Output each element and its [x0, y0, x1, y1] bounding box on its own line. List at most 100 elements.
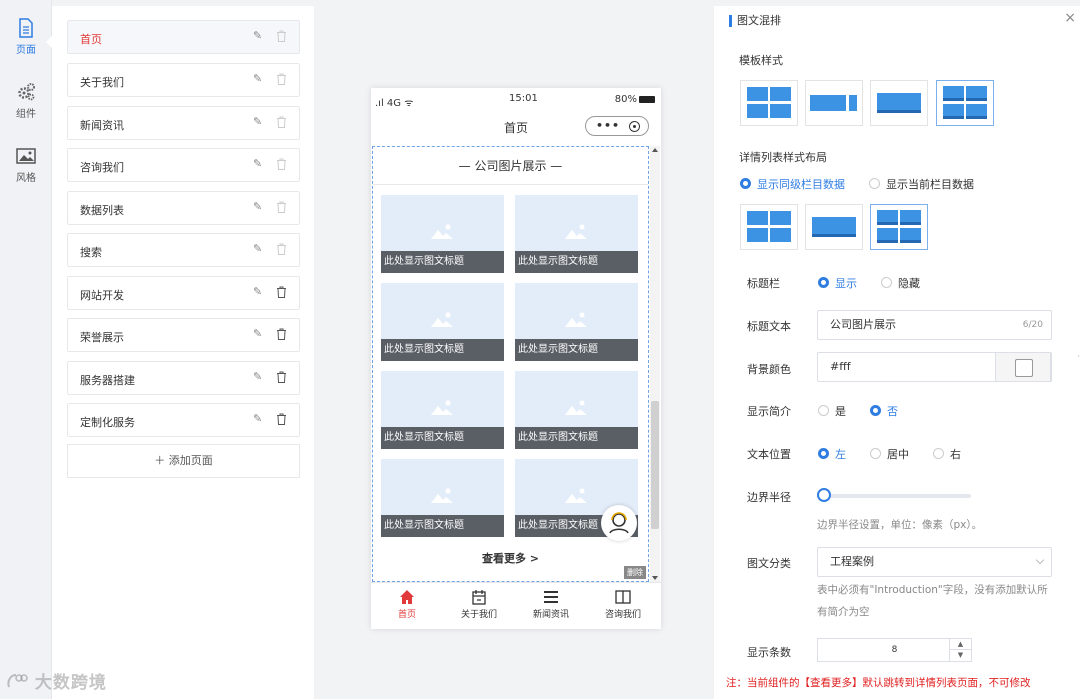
title-text-label: 标题文本	[747, 320, 791, 333]
count-stepper[interactable]: 8 ▲ ▼	[817, 638, 972, 662]
radio-current-data[interactable]: 显示当前栏目数据	[869, 176, 974, 192]
category-value: 工程案例	[830, 555, 874, 568]
template-option-banner[interactable]	[870, 80, 928, 126]
radius-slider-knob[interactable]	[817, 488, 831, 502]
bg-color-input[interactable]: #fff	[817, 352, 1052, 382]
edit-icon[interactable]: ✎	[253, 371, 265, 383]
trash-icon[interactable]	[276, 328, 287, 340]
edit-icon[interactable]: ✎	[253, 30, 265, 42]
image-text-module[interactable]: — 公司图片展示 — 此处显示图文标题 此处显示图文标题 此处显示图文标题 此处…	[372, 146, 649, 582]
page-item[interactable]: 服务器搭建 ✎	[67, 361, 300, 395]
rail-item-pages[interactable]: 页面	[0, 18, 52, 56]
mini-program-capsule[interactable]: •••	[585, 116, 649, 136]
trash-icon[interactable]	[276, 116, 287, 128]
radio-intro-yes[interactable]: 是	[818, 403, 846, 419]
image-card[interactable]: 此处显示图文标题	[515, 195, 638, 273]
add-page-button[interactable]: ＋ 添加页面	[67, 444, 300, 478]
edit-icon[interactable]: ✎	[253, 158, 265, 170]
trash-icon[interactable]	[276, 286, 287, 298]
detail-layout-banner[interactable]	[805, 204, 863, 250]
template-option-card-grid[interactable]	[936, 80, 994, 126]
page-item-label: 搜索	[80, 246, 102, 259]
edit-icon[interactable]: ✎	[253, 286, 265, 298]
image-card[interactable]: 此处显示图文标题	[515, 371, 638, 449]
tab-news[interactable]: 新闻资讯	[521, 589, 581, 620]
image-card[interactable]: 此处显示图文标题	[381, 195, 504, 273]
close-target-icon[interactable]	[629, 121, 640, 132]
trash-icon[interactable]	[276, 371, 287, 383]
stepper-up-icon[interactable]: ▲	[950, 639, 971, 650]
page-item[interactable]: 新闻资讯 ✎	[67, 106, 300, 140]
trash-icon[interactable]	[276, 413, 287, 425]
scroll-thumb[interactable]	[651, 401, 659, 529]
edit-icon[interactable]: ✎	[253, 116, 265, 128]
delete-module-button[interactable]: 删除	[624, 566, 646, 579]
edit-icon[interactable]: ✎	[253, 243, 265, 255]
page-item[interactable]: 网站开发 ✎	[67, 276, 300, 310]
close-icon[interactable]: ×	[1064, 10, 1076, 26]
template-option-wide[interactable]	[805, 80, 863, 126]
settings-panel: 图文混排 × 模板样式 详情列表样式布局 显示同级栏目数据 显示当前栏目数据 标…	[714, 6, 1080, 699]
trash-icon[interactable]	[276, 73, 287, 85]
color-picker-swatch[interactable]	[995, 352, 1051, 382]
radio-title-bar-show[interactable]: 显示	[818, 275, 857, 291]
radio-dot	[869, 178, 880, 189]
wide-layout-icon	[810, 95, 857, 111]
trash-icon[interactable]	[276, 158, 287, 170]
edit-icon[interactable]: ✎	[253, 413, 265, 425]
image-card[interactable]: 此处显示图文标题	[381, 283, 504, 361]
radio-dot	[818, 277, 829, 288]
card-caption: 此处显示图文标题	[515, 339, 638, 361]
radius-slider-track[interactable]	[823, 494, 971, 498]
page-item[interactable]: 定制化服务 ✎	[67, 403, 300, 437]
title-text-input[interactable]: 公司图片展示 6/20	[817, 310, 1052, 340]
card-caption: 此处显示图文标题	[381, 251, 504, 273]
edit-icon[interactable]: ✎	[253, 73, 265, 85]
image-placeholder-icon	[565, 312, 587, 327]
radio-title-bar-hide[interactable]: 隐藏	[881, 275, 920, 291]
menu-icon	[544, 591, 558, 603]
watermark-logo: 大数跨境	[6, 668, 107, 693]
view-more-link[interactable]: 查看更多 >	[373, 550, 648, 566]
radio-text-center[interactable]: 居中	[870, 446, 909, 462]
image-card[interactable]: 此处显示图文标题	[381, 459, 504, 537]
trash-icon[interactable]	[276, 201, 287, 213]
trash-icon[interactable]	[276, 243, 287, 255]
tab-home[interactable]: 首页	[377, 589, 437, 620]
warning-note: 注：当前组件的【查看更多】默认跳转到详情列表页面，不可修改	[726, 677, 1031, 689]
trash-icon[interactable]	[276, 30, 287, 42]
edit-icon[interactable]: ✎	[253, 201, 265, 213]
detail-layout-card-grid[interactable]	[870, 204, 928, 250]
page-item[interactable]: 首页 ✎	[67, 20, 300, 54]
radio-same-level-data[interactable]: 显示同级栏目数据	[740, 176, 845, 192]
tab-contact[interactable]: 咨询我们	[593, 589, 653, 620]
customer-service-icon	[609, 512, 629, 534]
card-grid-layout-icon	[943, 86, 987, 119]
home-icon	[400, 590, 414, 604]
customer-service-button[interactable]	[601, 505, 637, 541]
image-card[interactable]: 此处显示图文标题	[515, 283, 638, 361]
tab-about[interactable]: 关于我们	[449, 589, 509, 620]
stepper-down-icon[interactable]: ▼	[950, 650, 971, 661]
radio-dot	[818, 448, 829, 459]
page-item[interactable]: 数据列表 ✎	[67, 191, 300, 225]
rail-item-style[interactable]: 风格	[0, 146, 52, 184]
more-dots-icon[interactable]: •••	[596, 119, 620, 132]
page-item[interactable]: 关于我们 ✎	[67, 63, 300, 97]
rail-item-components[interactable]: 组件	[0, 82, 52, 120]
page-item[interactable]: 搜索 ✎	[67, 233, 300, 267]
page-item[interactable]: 荣誉展示 ✎	[67, 318, 300, 352]
radio-intro-no[interactable]: 否	[870, 403, 898, 419]
category-select[interactable]: 工程案例	[817, 547, 1052, 577]
template-option-grid[interactable]	[740, 80, 798, 126]
page-item[interactable]: 咨询我们 ✎	[67, 148, 300, 182]
radio-text-right[interactable]: 右	[933, 446, 961, 462]
page-item-label: 数据列表	[80, 204, 124, 217]
preview-scrollbar[interactable]	[650, 146, 660, 582]
image-card[interactable]: 此处显示图文标题	[381, 371, 504, 449]
detail-layout-grid[interactable]	[740, 204, 798, 250]
scroll-down-icon[interactable]	[652, 576, 658, 580]
edit-icon[interactable]: ✎	[253, 328, 265, 340]
scroll-up-icon[interactable]	[652, 148, 658, 152]
radio-text-left[interactable]: 左	[818, 446, 846, 462]
